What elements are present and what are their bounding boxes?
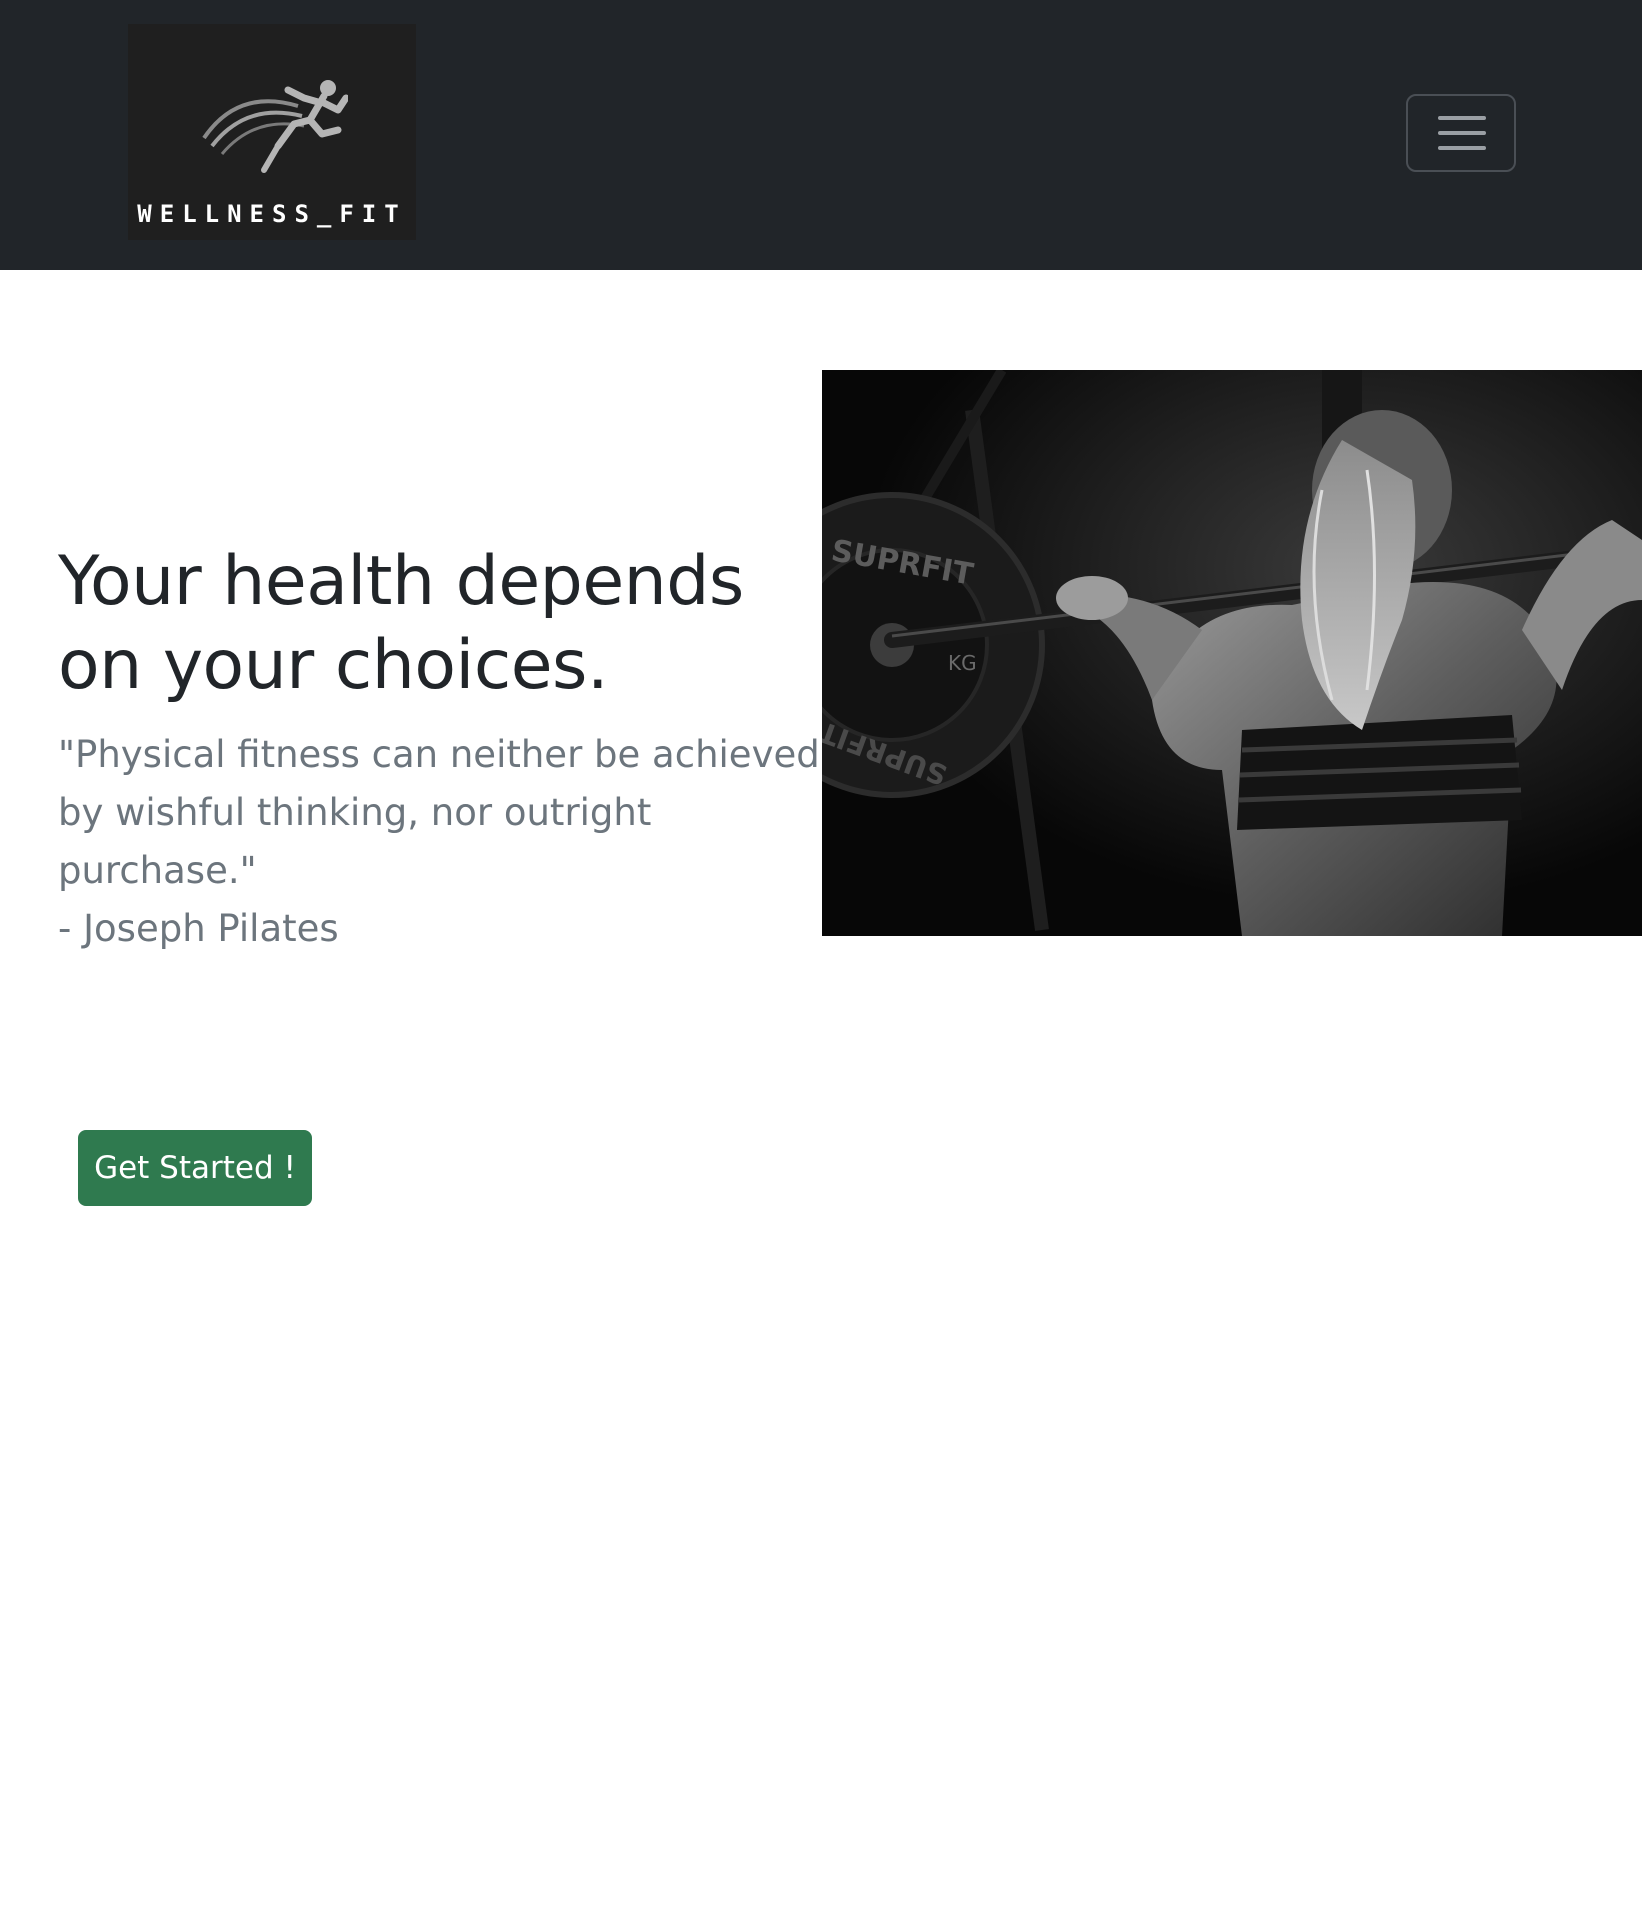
weightlifter-photo: SUPRFIT KG SUPRFIT <box>822 370 1642 936</box>
hero-quote: "Physical fitness can neither be achieve… <box>58 726 828 958</box>
get-started-button[interactable]: Get Started ! <box>78 1130 312 1206</box>
running-person-icon <box>202 80 348 173</box>
quote-line: "Physical fitness can neither be achieve… <box>58 733 820 776</box>
hamburger-menu-button[interactable] <box>1406 94 1516 172</box>
navbar: WELLNESS_FIT <box>0 0 1642 270</box>
quote-author: - Joseph Pilates <box>58 907 339 950</box>
hero-image: SUPRFIT KG SUPRFIT <box>822 370 1642 936</box>
plate-label-mid: KG <box>948 651 977 675</box>
quote-line: by wishful thinking, nor outright purcha… <box>58 791 652 892</box>
brand-name: WELLNESS_FIT <box>137 200 407 228</box>
hero-title: Your health depends on your choices. <box>58 542 744 705</box>
brand-logo[interactable]: WELLNESS_FIT <box>128 24 416 240</box>
